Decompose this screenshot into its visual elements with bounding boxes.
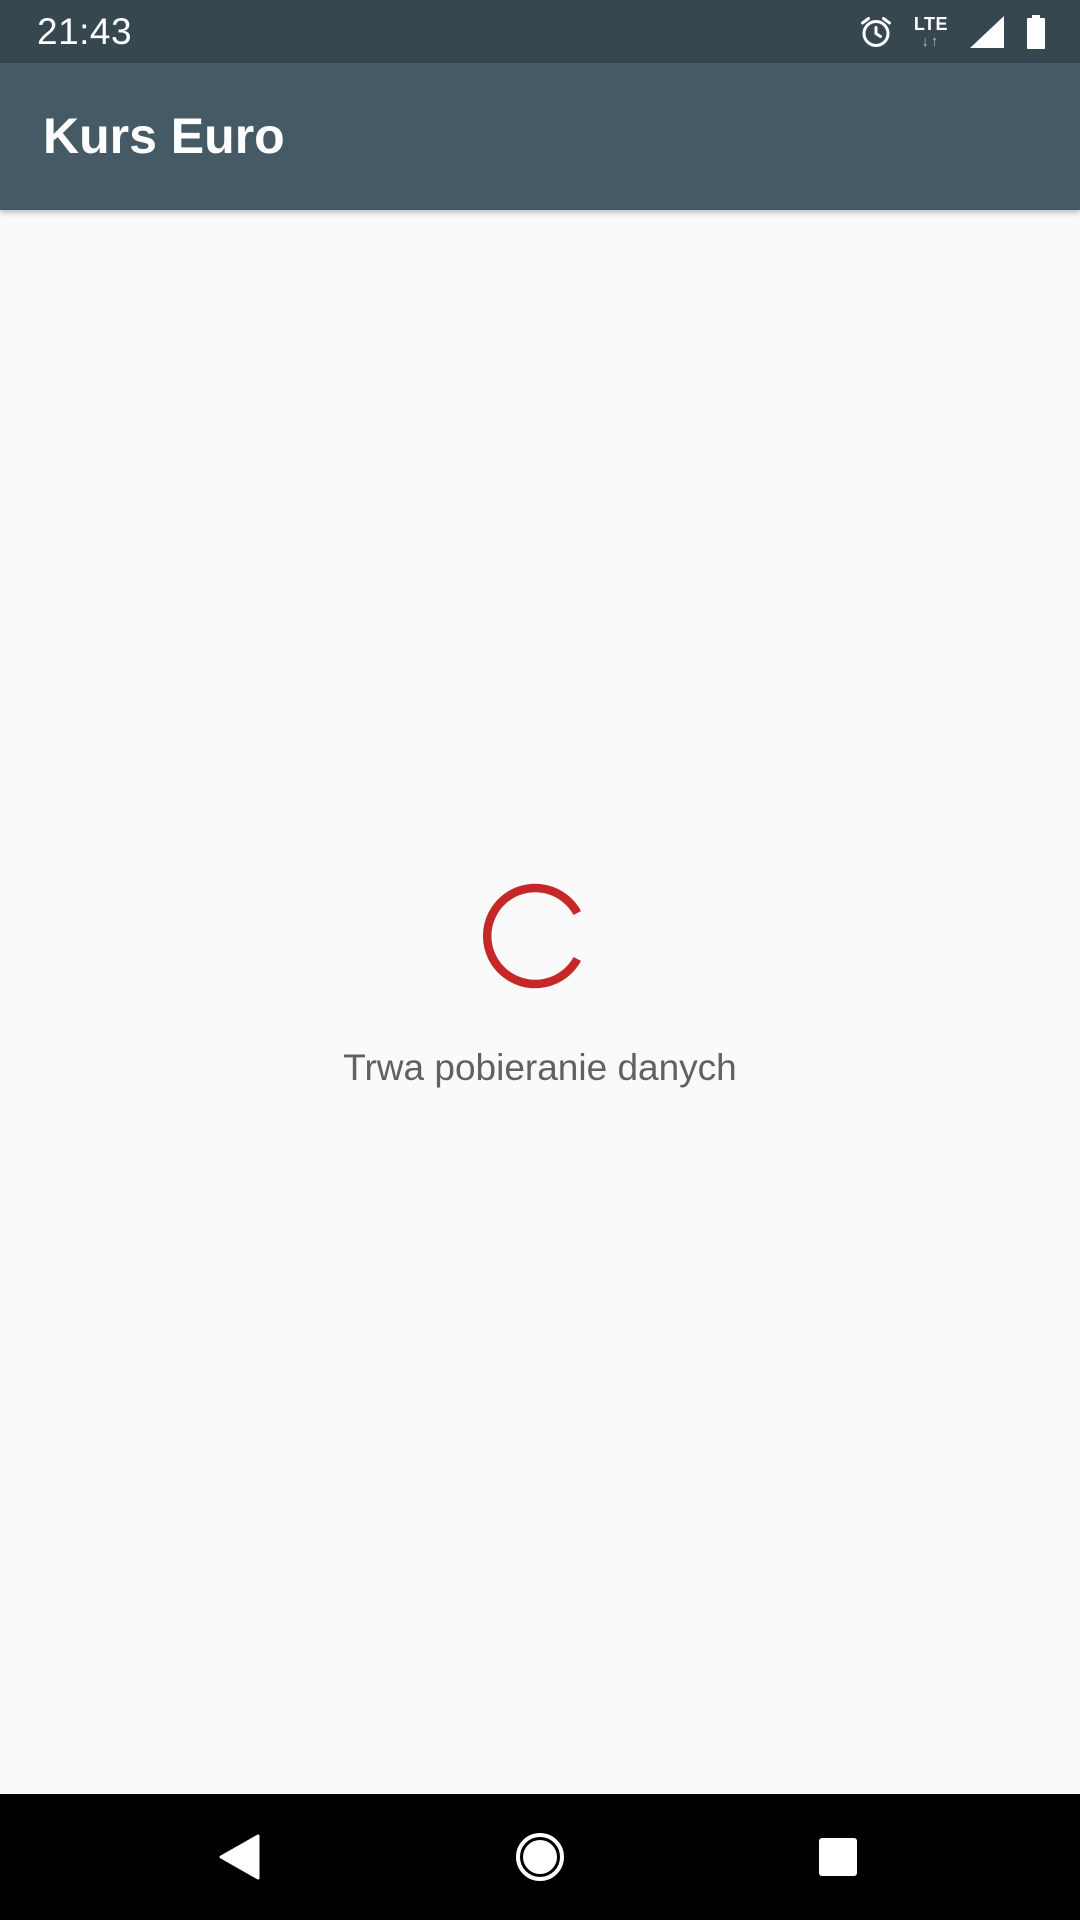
content-area (0, 210, 1080, 1794)
loading-text: Trwa pobieranie danych (343, 1047, 737, 1088)
lte-arrows: ↓↑ (921, 32, 941, 50)
alarm-icon (860, 16, 891, 47)
lte-label: LTE (913, 13, 948, 34)
home-button[interactable] (450, 1794, 630, 1920)
battery-icon (1027, 14, 1045, 49)
recents-icon (819, 1838, 857, 1876)
navigation-bar (0, 1794, 1080, 1920)
status-bar: 21:43 LTE ↓↑ (0, 0, 1080, 63)
back-button[interactable] (150, 1794, 330, 1920)
home-icon (516, 1833, 564, 1881)
app-title: Kurs Euro (43, 108, 285, 164)
loading-spinner (482, 883, 582, 989)
status-icons: LTE ↓↑ (838, 0, 1046, 63)
lte-icon: LTE ↓↑ (914, 15, 948, 49)
signal-icon (970, 15, 1004, 48)
app-bar: Kurs Euro (0, 63, 1080, 210)
status-time: 21:43 (37, 11, 133, 52)
back-icon (219, 1834, 260, 1880)
recents-button[interactable] (748, 1794, 928, 1920)
screen: 21:43 LTE ↓↑ Kurs Euro Trwa pobieranie d… (0, 0, 1080, 1920)
